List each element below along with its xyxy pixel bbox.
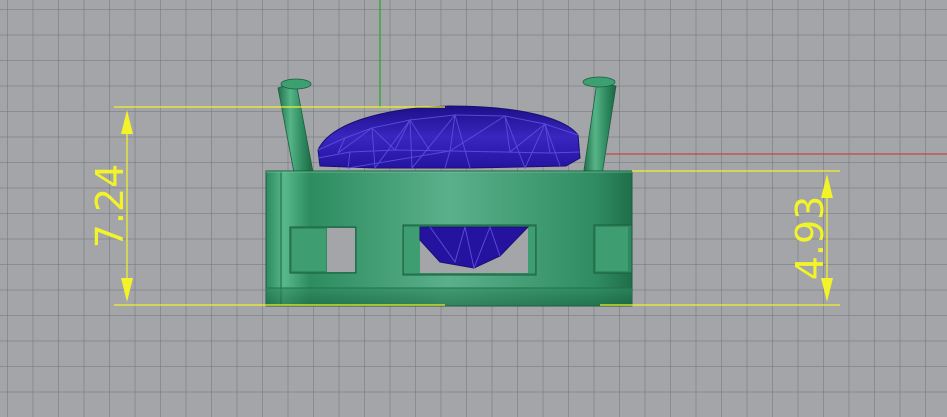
window-right [593,224,633,274]
dimension-overall-height-value: 7.24 [88,164,132,249]
prong-left[interactable] [277,78,314,179]
gemstone-crown[interactable] [317,105,581,170]
dimension-body-height-value: 4.93 [788,196,832,281]
front-viewport[interactable]: 7.24 4.93 [0,0,947,417]
prong-right[interactable] [582,76,617,176]
window-left [289,226,357,274]
